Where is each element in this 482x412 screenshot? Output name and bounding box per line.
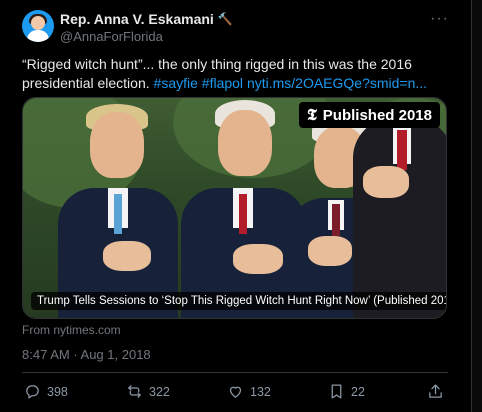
link-preview-card[interactable]: 𝕿 Published 2018 Trump Tells Sessions to… xyxy=(22,97,447,319)
heart-icon xyxy=(229,386,242,398)
published-badge: 𝕿 Published 2018 xyxy=(298,102,440,128)
reply-count: 398 xyxy=(47,384,68,399)
author-name[interactable]: Rep. Anna V. Eskamani xyxy=(60,11,214,27)
nyt-logo: 𝕿 xyxy=(306,105,317,124)
like-button[interactable]: 132 xyxy=(227,383,271,400)
retweet-icon xyxy=(128,385,141,398)
action-bar: 398 322 132 22 xyxy=(22,383,448,403)
avatar[interactable] xyxy=(22,10,54,42)
link-source[interactable]: From nytimes.com xyxy=(22,323,121,337)
bookmark-button[interactable]: 22 xyxy=(328,383,365,400)
hashtag-flapol[interactable]: #flapol xyxy=(202,75,243,91)
like-count: 132 xyxy=(250,384,271,399)
share-button[interactable] xyxy=(427,383,444,400)
published-label: Published 2018 xyxy=(322,106,432,124)
tweet-timestamp[interactable]: 8:47 AM · Aug 1, 2018 xyxy=(22,347,151,362)
article-link[interactable]: nyti.ms/2OAEGQe?smid=n... xyxy=(247,75,427,91)
reply-icon xyxy=(26,385,39,399)
hashtag-sayfie[interactable]: #sayfie xyxy=(154,75,198,91)
author-name-row[interactable]: Rep. Anna V. Eskamani 🔨 xyxy=(60,11,233,27)
tweet-container: Rep. Anna V. Eskamani 🔨 @AnnaForFlorida … xyxy=(0,0,472,412)
bookmark-count: 22 xyxy=(351,384,365,399)
hammer-icon: 🔨 xyxy=(217,12,233,26)
retweet-button[interactable]: 322 xyxy=(126,383,170,400)
reply-button[interactable]: 398 xyxy=(24,383,68,400)
more-options-icon[interactable]: ··· xyxy=(430,10,449,28)
author-handle[interactable]: @AnnaForFlorida xyxy=(60,29,163,44)
retweet-count: 322 xyxy=(149,384,170,399)
scrollbar-track[interactable] xyxy=(472,0,482,412)
card-caption: Trump Tells Sessions to ‘Stop This Rigge… xyxy=(31,292,446,310)
bookmark-icon xyxy=(331,384,342,399)
card-image xyxy=(23,98,446,318)
share-icon xyxy=(429,384,442,398)
tweet-text: “Rigged witch hunt”... the only thing ri… xyxy=(22,55,452,93)
divider xyxy=(22,372,448,373)
